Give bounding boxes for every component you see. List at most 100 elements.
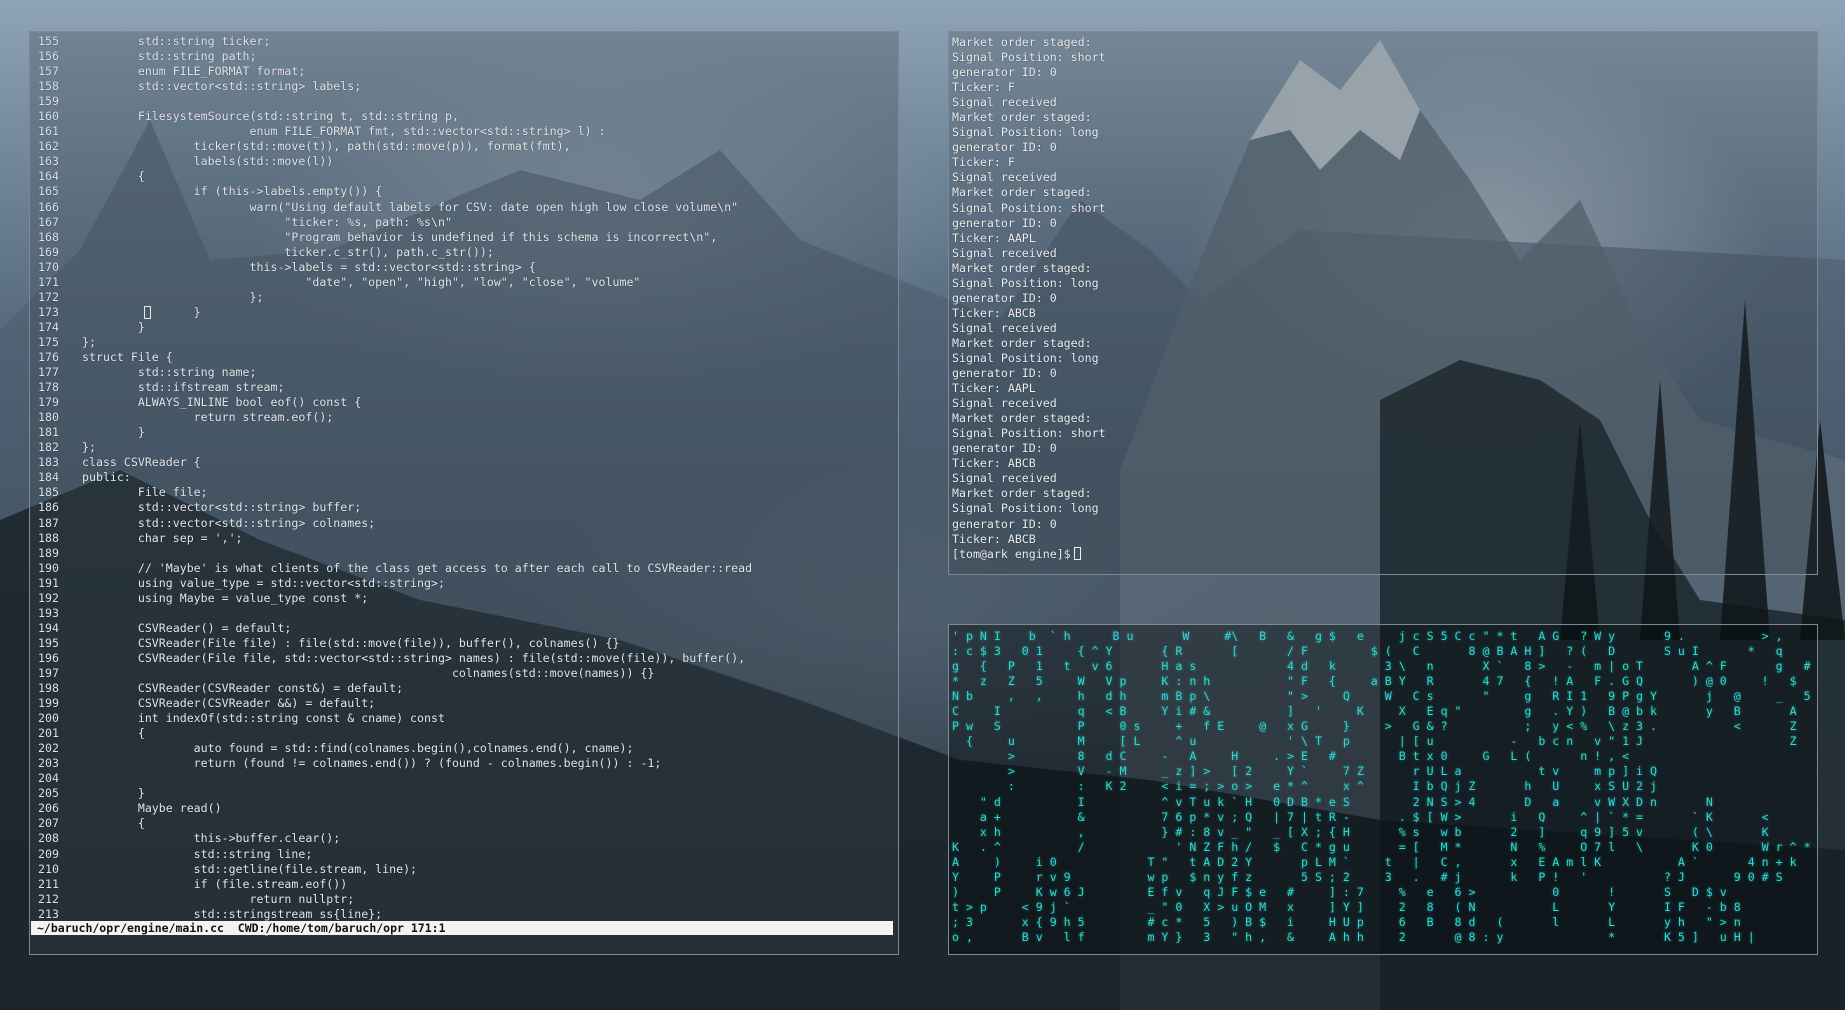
terminal-line: Market order staged: (952, 260, 1092, 275)
code-line[interactable]: 156 std::string path; (30, 49, 898, 64)
code-line[interactable]: 185 File file; (30, 485, 898, 500)
terminal-prompt-line[interactable]: [tom@ark engine]$ (949, 546, 1106, 562)
line-text: this->labels = std::vector<std::string> … (82, 259, 536, 274)
code-line[interactable]: 201 { (30, 726, 898, 741)
terminal-line: Ticker: F (952, 80, 1015, 95)
matrix-line: P w S P 0 s + f E @ x G } > G & ? ; y < … (952, 719, 1797, 734)
terminal-line: generator ID: 0 (952, 140, 1057, 155)
line-number: 192 (38, 590, 59, 605)
code-line[interactable]: 175}; (30, 335, 898, 350)
terminal-line: Signal received (952, 396, 1057, 411)
terminal-line: Signal received (952, 170, 1057, 185)
code-line[interactable]: 157 enum FILE_FORMAT format; (30, 64, 898, 79)
code-line[interactable]: 205 } (30, 786, 898, 801)
code-line[interactable]: 183 class CSVReader { (30, 455, 898, 470)
line-text: using value_type = std::vector<std::stri… (82, 575, 445, 590)
line-text: return nullptr; (82, 891, 355, 906)
matrix-line: g { P 1 t v 6 H a s 4 d k 3 \ n X ` 8 > … (952, 659, 1818, 674)
code-line[interactable]: 197 colnames(std::move(names)) {} (30, 666, 898, 681)
code-line[interactable]: 163 labels(std::move(l)) (30, 154, 898, 169)
terminal-line: Market order staged: (952, 486, 1092, 501)
code-line[interactable]: 204 (30, 771, 898, 786)
code-line[interactable]: 184 public: (30, 470, 898, 485)
code-line[interactable]: 171 "date", "open", "high", "low", "clos… (30, 275, 898, 290)
code-line[interactable]: 174 } (30, 320, 898, 335)
line-number: 195 (38, 635, 59, 650)
code-line[interactable]: 203 return (found != colnames.end()) ? (… (30, 756, 898, 771)
line-number: 191 (38, 575, 59, 590)
code-line[interactable]: 160 FilesystemSource(std::string t, std:… (30, 109, 898, 124)
terminal-line: Signal received (952, 320, 1057, 335)
terminal-pane[interactable]: Market order staged: Signal Position: sho… (948, 31, 1818, 575)
code-line[interactable]: 212 return nullptr; (30, 892, 898, 907)
code-line[interactable]: 186 std::vector<std::string> buffer; (30, 500, 898, 515)
code-line[interactable]: 161 enum FILE_FORMAT fmt, std::vector<st… (30, 124, 898, 139)
line-number: 208 (38, 831, 59, 846)
code-line[interactable]: 159 (30, 94, 898, 109)
code-editor-pane[interactable]: 155 std::string ticker; 156 std::string p… (29, 31, 899, 955)
code-line[interactable]: 190 // 'Maybe' is what clients of the cl… (30, 561, 898, 576)
line-text: std::string name; (82, 365, 257, 380)
code-line[interactable]: 200 int indexOf(std::string const & cnam… (30, 711, 898, 726)
code-lines[interactable]: 155 std::string ticker; 156 std::string p… (30, 34, 898, 937)
matrix-line: : c $ 3 0 1 { ^ Y { R [ / F $ ( C 8 @ B … (952, 644, 1818, 659)
line-number: 164 (38, 169, 59, 184)
code-line[interactable]: 192 using Maybe = value_type const *; (30, 591, 898, 606)
matrix-rain-pane[interactable]: ' p N I b ` h B u W #\ B & g $ e j c S 5… (948, 624, 1818, 955)
code-line[interactable]: 198 CSVReader(CSVReader const&) = defaul… (30, 681, 898, 696)
code-line[interactable]: 166 warn("Using default labels for CSV: … (30, 200, 898, 215)
code-line[interactable]: 199 CSVReader(CSVReader &&) = default; (30, 696, 898, 711)
code-line[interactable]: 179 ALWAYS_INLINE bool eof() const { (30, 395, 898, 410)
line-text: "ticker: %s, path: %s\n" (82, 214, 452, 229)
code-line[interactable]: 170 this->labels = std::vector<std::stri… (30, 260, 898, 275)
code-line[interactable]: 211 if (file.stream.eof()) (30, 877, 898, 892)
code-line[interactable]: 169 ticker.c_str(), path.c_str()); (30, 245, 898, 260)
code-line[interactable]: 196 CSVReader(File file, std::vector<std… (30, 651, 898, 666)
line-number: 205 (38, 786, 59, 801)
line-text: { (82, 726, 145, 741)
code-line[interactable]: 158 std::vector<std::string> labels; (30, 79, 898, 94)
code-line[interactable]: 180 return stream.eof(); (30, 410, 898, 425)
code-line[interactable]: 194 CSVReader() = default; (30, 621, 898, 636)
code-line[interactable]: 210 std::getline(file.stream, line); (30, 862, 898, 877)
code-line[interactable]: 188 char sep = ','; (30, 531, 898, 546)
terminal-line: generator ID: 0 (952, 366, 1057, 381)
code-line[interactable]: 195 CSVReader(File file) : file(std::mov… (30, 636, 898, 651)
matrix-line: ) P K w 6 J E f v q J F $ e # ] : 7 % e … (952, 884, 1818, 899)
code-line[interactable]: 181 } (30, 425, 898, 440)
code-line[interactable]: 208 this->buffer.clear(); (30, 831, 898, 846)
line-number: 188 (38, 530, 59, 545)
line-text: labels(std::move(l)) (82, 154, 334, 169)
code-line[interactable]: 213 std::stringstream ss{line}; (30, 907, 898, 922)
code-line[interactable]: 172 }; (30, 290, 898, 305)
line-text: enum FILE_FORMAT format; (82, 64, 306, 79)
code-line[interactable]: 164 { (30, 169, 898, 184)
matrix-line: { u M [ L ^ u ' \ T p | [ u - b c n v " … (965, 734, 1797, 749)
matrix-line: * z Z 5 W V p K : n h " F { a B Y R 4 7 … (952, 674, 1818, 689)
code-line[interactable]: 206 Maybe read() (30, 801, 898, 816)
code-line[interactable]: 168 "Program behavior is undefined if th… (30, 230, 898, 245)
code-line[interactable]: 177 std::string name; (30, 365, 898, 380)
code-line[interactable]: 178 std::ifstream stream; (30, 380, 898, 395)
code-line[interactable]: 173 } (30, 305, 898, 320)
code-line[interactable]: 209 std::string line; (30, 847, 898, 862)
line-number: 189 (38, 545, 59, 560)
code-line[interactable]: 155 std::string ticker; (30, 34, 898, 49)
line-text: std::vector<std::string> buffer; (82, 500, 362, 515)
code-line[interactable]: 165 if (this->labels.empty()) { (30, 184, 898, 199)
code-line[interactable]: 167 "ticker: %s, path: %s\n" (30, 215, 898, 230)
code-line[interactable]: 202 auto found = std::find(colnames.begi… (30, 741, 898, 756)
code-line[interactable]: 193 (30, 606, 898, 621)
code-line[interactable]: 191 using value_type = std::vector<std::… (30, 576, 898, 591)
matrix-output: ' p N I b ` h B u W #\ B & g $ e j c S 5… (952, 629, 1818, 945)
code-line[interactable]: 207 { (30, 816, 898, 831)
code-line[interactable]: 189 (30, 546, 898, 561)
code-line[interactable]: 182}; (30, 440, 898, 455)
code-line[interactable]: 176 struct File { (30, 350, 898, 365)
line-number: 206 (38, 801, 59, 816)
code-line[interactable]: 187 std::vector<std::string> colnames; (30, 516, 898, 531)
code-line[interactable]: 162 ticker(std::move(t)), path(std::move… (30, 139, 898, 154)
line-number: 211 (38, 876, 59, 891)
line-number: 158 (38, 79, 59, 94)
line-text: std::getline(file.stream, line); (82, 861, 418, 876)
